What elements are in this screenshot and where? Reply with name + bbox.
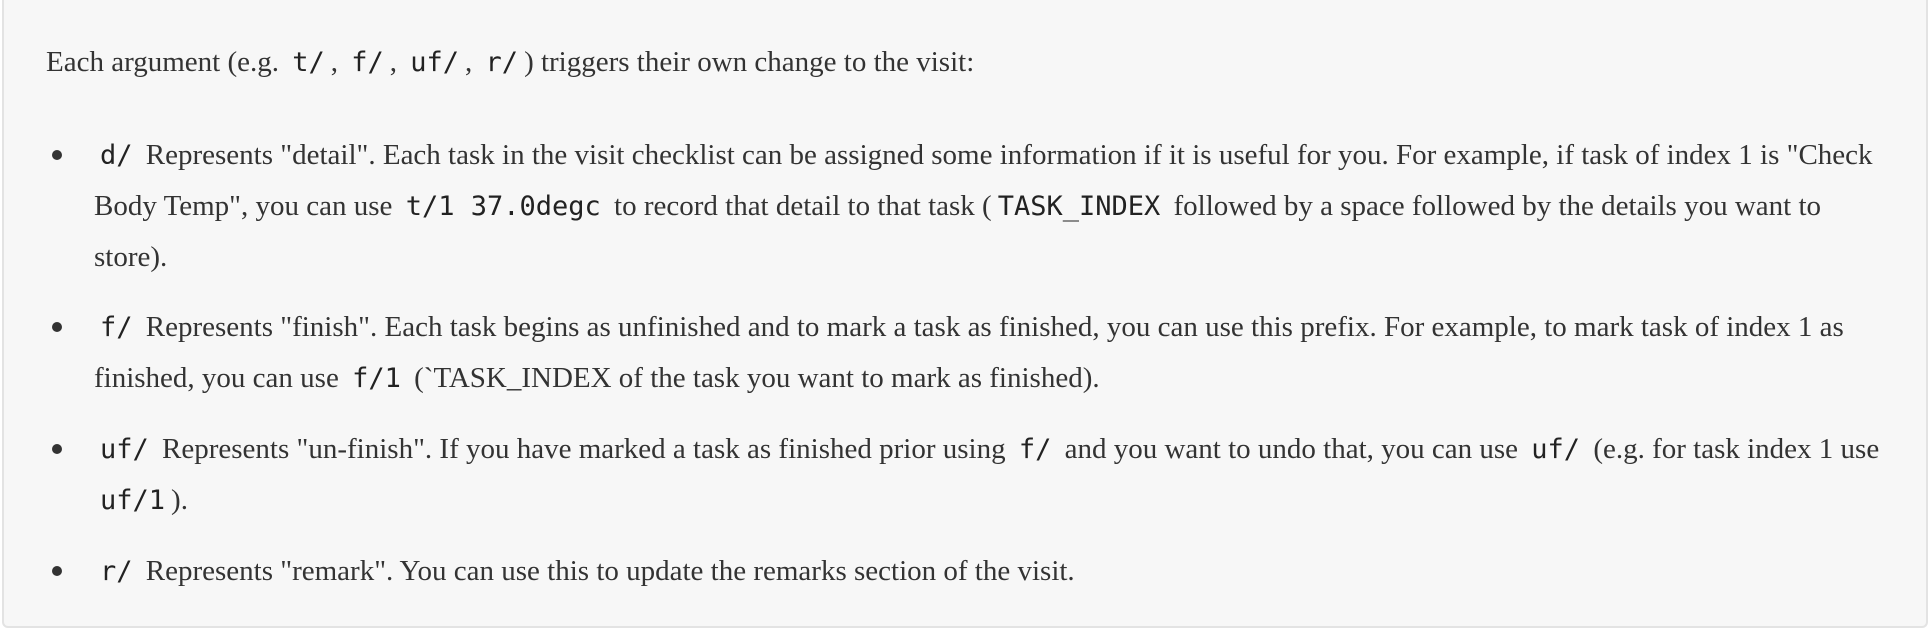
code-uf-prefix: uf/ bbox=[410, 47, 460, 78]
bullet-icon bbox=[52, 566, 62, 576]
code-prefix: d/ bbox=[100, 140, 133, 171]
code-r-prefix: r/ bbox=[485, 47, 519, 78]
list-item-unfinish: uf/ Represents "un-finish". If you have … bbox=[52, 424, 1896, 526]
intro-text-before: Each argument (e.g. bbox=[46, 46, 287, 78]
content-panel: Each argument (e.g. t/, f/, uf/, r/) tri… bbox=[2, 0, 1928, 628]
code-example: uf/ bbox=[1531, 434, 1581, 465]
list-item-detail: d/ Represents "detail". Each task in the… bbox=[52, 130, 1896, 282]
code-example: f/ bbox=[1018, 434, 1052, 465]
item-text: Represents "un-finish". If you have mark… bbox=[162, 433, 1013, 465]
code-t-prefix: t/ bbox=[292, 47, 325, 78]
bullet-icon bbox=[52, 444, 62, 454]
intro-paragraph: Each argument (e.g. t/, f/, uf/, r/) tri… bbox=[46, 42, 974, 83]
code-f-prefix: f/ bbox=[351, 47, 384, 78]
list-item-remark: r/ Represents "remark". You can use this… bbox=[52, 546, 1896, 597]
argument-list: d/ Represents "detail". Each task in the… bbox=[52, 130, 1896, 617]
intro-text-after: ) triggers their own change to the visit… bbox=[524, 46, 975, 78]
code-prefix: f/ bbox=[100, 312, 133, 343]
list-item-finish: f/ Represents "finish". Each task begins… bbox=[52, 302, 1896, 404]
item-text: Represents "remark". You can use this to… bbox=[145, 555, 1075, 587]
item-text: (`TASK_INDEX of the task you want to mar… bbox=[406, 362, 1100, 394]
intro-separator: , bbox=[330, 46, 346, 78]
bullet-icon bbox=[52, 322, 62, 332]
code-example: f/1 bbox=[352, 363, 401, 394]
item-text: and you want to undo that, you can use bbox=[1057, 433, 1526, 465]
item-text: to record that detail to that task ( bbox=[606, 190, 992, 222]
code-example: uf/1 bbox=[100, 485, 166, 516]
code-example: t/1 37.0degc bbox=[405, 191, 601, 222]
code-prefix: uf/ bbox=[100, 434, 149, 465]
item-text: ). bbox=[171, 484, 188, 516]
intro-separator: , bbox=[389, 46, 405, 78]
code-task-index: TASK_INDEX bbox=[997, 191, 1161, 222]
bullet-icon bbox=[52, 150, 62, 160]
code-prefix: r/ bbox=[100, 556, 133, 587]
item-text: (e.g. for task index 1 use bbox=[1586, 433, 1880, 465]
intro-separator: , bbox=[465, 46, 480, 78]
